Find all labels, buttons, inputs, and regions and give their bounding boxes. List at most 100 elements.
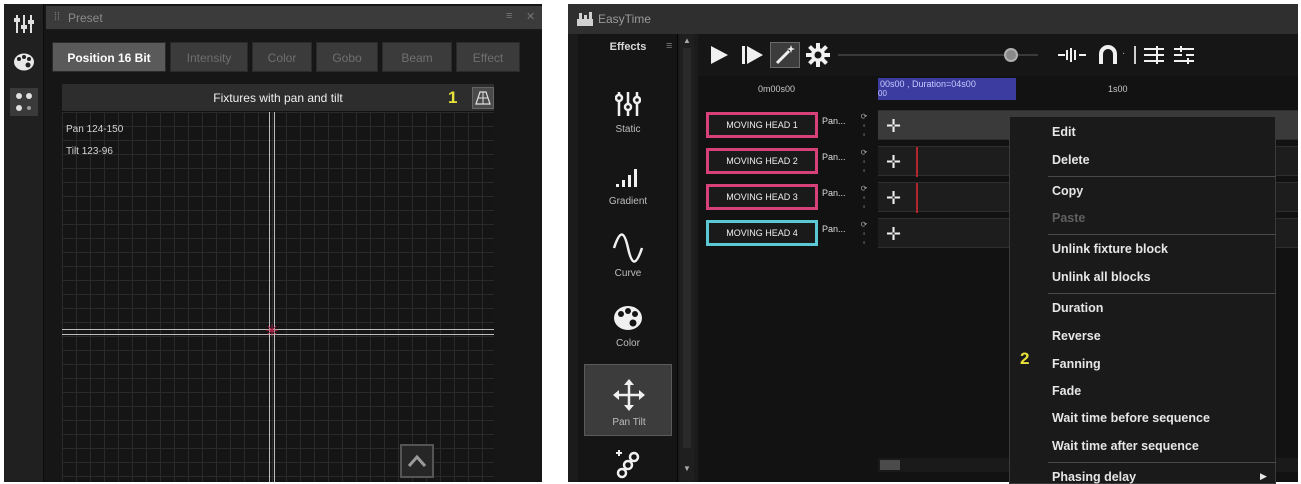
scroll-up-button[interactable] [400, 444, 434, 478]
effect-static[interactable]: Static [584, 78, 672, 144]
chevron-up-icon [407, 454, 427, 467]
effect-label: Color [616, 338, 640, 349]
sine-curve-icon [584, 230, 672, 266]
track-name[interactable]: MOVING HEAD 2 [706, 148, 818, 174]
effects-panel: Effects ≡ Static Gradient Curve Color Pa… [578, 34, 678, 482]
magnet-dropdown-icon[interactable]: · [1122, 48, 1125, 59]
pan-tilt-block-icon[interactable]: ✛ [886, 151, 901, 173]
tab-color[interactable]: Color [252, 42, 312, 72]
tab-beam[interactable]: Beam [382, 42, 452, 72]
menu-icon[interactable]: ≡ [666, 40, 672, 52]
menu-item-wait-before[interactable]: Wait time before sequence [1052, 411, 1210, 425]
pan-tilt-arrows-icon [585, 377, 673, 413]
effect-gradient[interactable]: Gradient [584, 150, 672, 216]
annotation-marker-1: 1 [448, 88, 458, 107]
window-title: Preset [68, 11, 103, 25]
magic-wand-button[interactable] [770, 42, 800, 68]
menu-separator [1048, 462, 1276, 463]
effect-pan-tilt[interactable]: Pan Tilt [584, 364, 672, 436]
effect-color[interactable]: Color [584, 292, 672, 358]
sliders-icon[interactable] [10, 10, 38, 38]
effect-label: Static [615, 124, 641, 135]
track-name[interactable]: MOVING HEAD 1 [706, 112, 818, 138]
zoom-slider-thumb[interactable] [1004, 48, 1018, 62]
time-ruler[interactable]: 0m00s00 00s00 , Duration=04s00 00 1s00 [698, 76, 1298, 106]
track-attribute: Pan... [822, 224, 846, 234]
align-lines-icon[interactable] [1142, 42, 1166, 68]
playhead-marker [916, 183, 918, 213]
menu-item-wait-after[interactable]: Wait time after sequence [1052, 439, 1199, 453]
waveform-icon[interactable] [1056, 42, 1088, 68]
menu-item-fade[interactable]: Fade [1052, 384, 1081, 398]
selection-sub-label: 00 [878, 89, 887, 98]
gear-icon[interactable] [804, 42, 832, 68]
gradient-bars-icon [584, 158, 672, 194]
track-name[interactable]: MOVING HEAD 4 [706, 220, 818, 246]
grid-mode-button[interactable] [472, 87, 494, 109]
palette-icon[interactable] [10, 48, 38, 76]
scrollbar-thumb[interactable] [683, 48, 691, 448]
position-crosshair-icon[interactable]: ✳ [264, 324, 280, 340]
grip-icon: ⁞⁞ [54, 11, 61, 23]
pin-icon[interactable]: ≡ [506, 10, 512, 22]
menu-item-edit[interactable]: Edit [1052, 125, 1076, 139]
toolbar-divider [1134, 46, 1136, 64]
fixture-dots-icon[interactable] [10, 88, 38, 116]
pan-tilt-block-icon[interactable]: ✛ [886, 115, 901, 137]
tilt-readout: Tilt 123-96 [66, 146, 113, 157]
close-icon[interactable]: ✕ [526, 10, 535, 23]
preset-tabs: Position 16 Bit Intensity Color Gobo Bea… [52, 42, 522, 72]
selection-duration: 00s00 , Duration=04s00 [880, 79, 976, 89]
tilt-axis-line [269, 112, 275, 482]
play-from-start-icon[interactable] [738, 42, 766, 68]
tab-intensity[interactable]: Intensity [170, 42, 248, 72]
pan-tilt-block-icon[interactable]: ✛ [886, 223, 901, 245]
play-icon[interactable] [706, 42, 732, 68]
track-toggle-icon[interactable]: ⟳ ◦ ◦ [858, 148, 870, 175]
left-toolbar [4, 4, 44, 482]
menu-item-unlink-all-blocks[interactable]: Unlink all blocks [1052, 270, 1151, 284]
tab-gobo[interactable]: Gobo [316, 42, 378, 72]
menu-separator [1048, 293, 1276, 294]
grid-title: Fixtures with pan and tilt [213, 91, 343, 105]
tab-effect[interactable]: Effect [456, 42, 520, 72]
annotation-marker-2: 2 [1020, 349, 1030, 368]
track-toggle-icon[interactable]: ⟳ ◦ ◦ [858, 184, 870, 211]
palette-icon [584, 300, 672, 336]
menu-item-paste: Paste [1052, 211, 1086, 225]
magnet-icon[interactable] [1096, 42, 1120, 68]
menu-item-reverse[interactable]: Reverse [1052, 329, 1101, 343]
chain-icon [584, 446, 672, 482]
preset-titlebar: ⁞⁞ Preset ≡ ✕ [46, 6, 542, 30]
effects-header: Effects [609, 41, 647, 53]
window-title: EasyTime [598, 12, 651, 26]
scrollbar-thumb[interactable] [880, 460, 900, 470]
effect-label: Pan Tilt [612, 417, 646, 428]
pan-tilt-grid[interactable]: Pan 124-150 Tilt 123-96 ✳ [62, 112, 494, 482]
effect-chain[interactable] [584, 442, 672, 482]
pan-tilt-block-icon[interactable]: ✛ [886, 187, 901, 209]
playhead-marker [916, 147, 918, 177]
track-attribute: Pan... [822, 188, 846, 198]
easytime-titlebar: EasyTime [568, 4, 1298, 34]
menu-item-fanning[interactable]: Fanning [1052, 357, 1101, 371]
effects-scrollbar[interactable]: ▲ ▼ [680, 34, 694, 482]
menu-item-delete[interactable]: Delete [1052, 153, 1090, 167]
ruler-selection[interactable]: 00s00 , Duration=04s00 00 [878, 78, 1016, 100]
distribute-lines-icon[interactable] [1172, 42, 1196, 68]
preset-window: ⁞⁞ Preset ≡ ✕ Position 16 Bit Intensity … [4, 4, 542, 482]
tab-position-16-bit[interactable]: Position 16 Bit [52, 42, 166, 72]
pan-readout: Pan 124-150 [66, 124, 124, 135]
track-name[interactable]: MOVING HEAD 3 [706, 184, 818, 210]
track-toggle-icon[interactable]: ⟳ ◦ ◦ [858, 112, 870, 139]
menu-item-unlink-fixture-block[interactable]: Unlink fixture block [1052, 242, 1168, 256]
menu-item-duration[interactable]: Duration [1052, 301, 1103, 315]
effect-curve[interactable]: Curve [584, 222, 672, 288]
menu-separator [1048, 176, 1276, 177]
menu-item-copy[interactable]: Copy [1052, 184, 1083, 198]
track-toggle-icon[interactable]: ⟳ ◦ ◦ [858, 220, 870, 247]
sliders-icon [584, 86, 672, 122]
menu-item-phasing-delay[interactable]: Phasing delay [1052, 470, 1136, 484]
ruler-one-second: 1s00 [1108, 84, 1128, 94]
track-attribute: Pan... [822, 152, 846, 162]
